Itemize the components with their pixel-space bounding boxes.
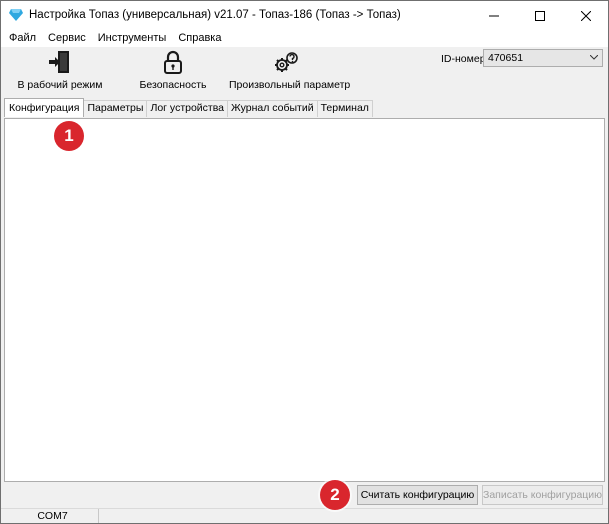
- maximize-icon: [535, 10, 545, 21]
- id-number-label: ID-номер: [441, 53, 486, 65]
- annotation-marker-1: 1: [54, 121, 84, 151]
- work-mode-label: В рабочий режим: [17, 79, 103, 91]
- write-config-button: Записать конфигурацию: [482, 485, 603, 505]
- work-mode-button[interactable]: В рабочий режим: [15, 49, 105, 95]
- security-button[interactable]: Безопасность: [138, 49, 208, 95]
- minimize-button[interactable]: [471, 1, 517, 30]
- read-config-button[interactable]: Считать конфигурацию: [357, 485, 478, 505]
- custom-param-button[interactable]: Произвольный параметр: [229, 49, 351, 95]
- title-bar[interactable]: Настройка Топаз (универсальная) v21.07 -…: [1, 1, 608, 30]
- custom-param-label: Произвольный параметр: [229, 79, 351, 91]
- menu-help[interactable]: Справка: [172, 30, 227, 47]
- tab-device-log[interactable]: Лог устройства: [146, 100, 229, 117]
- tab-strip: Конфигурация Параметры Лог устройства Жу…: [4, 98, 373, 117]
- maximize-button[interactable]: [517, 1, 563, 30]
- app-window: Настройка Топаз (универсальная) v21.07 -…: [0, 0, 609, 524]
- menu-file[interactable]: Файл: [1, 30, 42, 47]
- chevron-down-icon: [590, 55, 598, 60]
- close-button[interactable]: [563, 1, 609, 30]
- id-number-value: 470651: [488, 52, 524, 64]
- minimize-icon: [489, 15, 499, 16]
- status-bar: COM7: [1, 508, 608, 523]
- close-icon: [581, 10, 591, 21]
- tab-event-journal[interactable]: Журнал событий: [227, 100, 318, 117]
- menu-tools[interactable]: Инструменты: [92, 30, 173, 47]
- diamond-icon: [9, 9, 23, 21]
- exit-door-icon: [49, 51, 69, 73]
- menu-service[interactable]: Сервис: [42, 30, 92, 47]
- tab-parameters[interactable]: Параметры: [83, 100, 148, 117]
- padlock-icon: [164, 50, 182, 74]
- status-port: COM7: [7, 509, 99, 523]
- tab-terminal[interactable]: Терминал: [316, 100, 373, 117]
- window-title: Настройка Топаз (универсальная) v21.07 -…: [29, 9, 401, 21]
- id-number-select[interactable]: 470651: [483, 49, 603, 67]
- annotation-marker-2: 2: [320, 480, 350, 510]
- menu-bar: Файл Сервис Инструменты Справка: [1, 30, 608, 47]
- gears-question-icon: [275, 52, 298, 72]
- security-label: Безопасность: [139, 79, 207, 91]
- configuration-panel: [4, 118, 605, 482]
- tab-configuration[interactable]: Конфигурация: [4, 98, 85, 117]
